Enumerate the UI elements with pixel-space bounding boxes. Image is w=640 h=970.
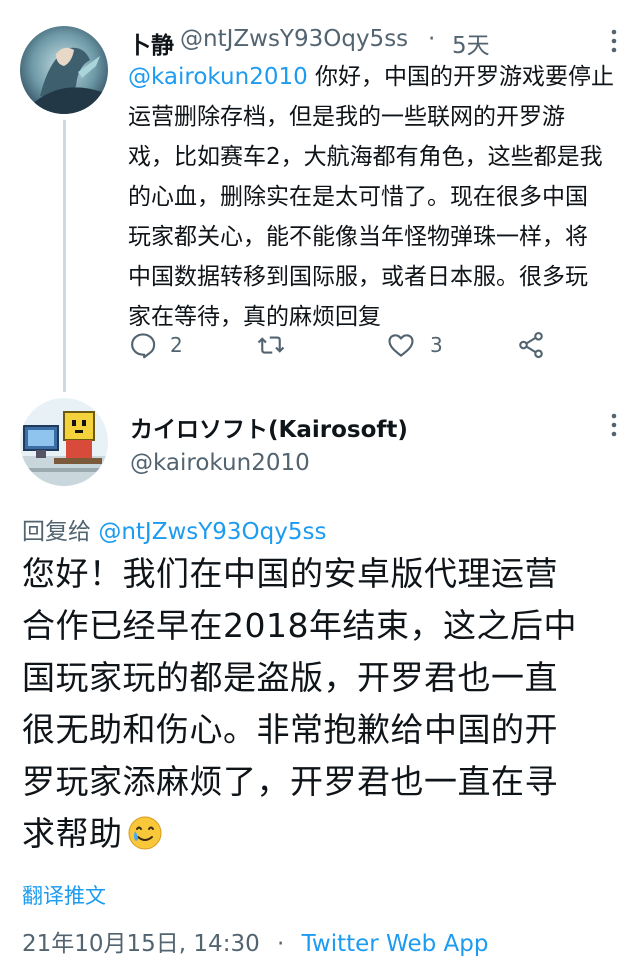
replying-to-handle-link[interactable]: @ntJZwsY93Oqy5ss (98, 519, 326, 545)
reply-body-line: 戏，比如赛车2，大航海都有角色，这些都是我 (128, 144, 603, 170)
retweet-button[interactable] (256, 330, 286, 360)
reply-body-line: 你好，中国的开罗游戏要停止 (307, 64, 615, 90)
main-body-line: 国玩家玩的都是盗版，开罗君也一直 (22, 658, 558, 697)
main-author-name[interactable]: カイロソフト(Kairosoft) (130, 410, 408, 444)
reply-body-line: 玩家都关心，能不能像当年怪物弹珠一样，将 (128, 224, 588, 250)
main-body-line: 您好！我们在中国的安卓版代理运营 (22, 554, 558, 593)
tweet-meta: 21年10月15日, 14:30 · Twitter Web App (22, 924, 488, 958)
main-body-line: 合作已经早在2018年结束，这之后中 (22, 606, 577, 645)
replying-to-label: 回复给 (22, 519, 91, 545)
reply-count: 2 (170, 333, 183, 357)
replying-to: 回复给 @ntJZwsY93Oqy5ss (22, 512, 326, 546)
main-more-icon[interactable] (604, 412, 624, 438)
reply-body-line: 家在等待，真的麻烦回复 (128, 304, 381, 330)
tweet-timestamp[interactable]: 21年10月15日, 14:30 (22, 931, 260, 957)
reply-mention-link[interactable]: @kairokun2010 (128, 64, 308, 90)
reply-time-separator: · (428, 26, 436, 52)
retweet-icon (257, 336, 285, 354)
smiling-face-with-tear-icon (128, 816, 161, 850)
meta-separator: · (277, 931, 285, 957)
tweet-source-link[interactable]: Twitter Web App (302, 931, 489, 957)
reply-body-line: 运营删除存档，但是我的一些联网的开罗游 (128, 104, 565, 130)
main-tweet-body: 您好！我们在中国的安卓版代理运营 合作已经早在2018年结束，这之后中 国玩家玩… (22, 548, 632, 860)
reply-time-ago[interactable]: 5天 (452, 26, 490, 60)
reply-author-handle[interactable]: @ntJZwsY93Oqy5ss (180, 26, 408, 52)
main-body-line: 求帮助 (22, 814, 123, 853)
reply-body-line: 的心血，删除实在是太可惜了。现在很多中国 (128, 184, 588, 210)
reply-more-icon[interactable] (604, 28, 624, 54)
main-author-avatar[interactable] (20, 398, 108, 486)
main-author-handle[interactable]: @kairokun2010 (130, 450, 310, 476)
reply-author-name[interactable]: 卜静 (128, 26, 174, 60)
reply-author-avatar[interactable] (20, 26, 108, 114)
like-button[interactable]: 3 (386, 330, 443, 360)
reply-body-line: 中国数据转移到国际服，或者日本服。很多玩 (128, 264, 588, 290)
reply-tweet-body: @kairokun2010 你好，中国的开罗游戏要停止 运营删除存档，但是我的一… (128, 57, 628, 337)
main-body-line: 很无助和伤心。非常抱歉给中国的开 (22, 710, 558, 749)
heart-icon (388, 334, 414, 357)
thread-line (63, 120, 66, 392)
like-count: 3 (430, 333, 443, 357)
share-icon (519, 331, 543, 359)
reply-button[interactable]: 2 (128, 330, 183, 360)
reply-icon (131, 333, 156, 359)
share-button[interactable] (516, 330, 546, 360)
translate-tweet-link[interactable]: 翻译推文 (22, 880, 106, 910)
main-body-line: 罗玩家添麻烦了，开罗君也一直在寻 (22, 762, 558, 801)
